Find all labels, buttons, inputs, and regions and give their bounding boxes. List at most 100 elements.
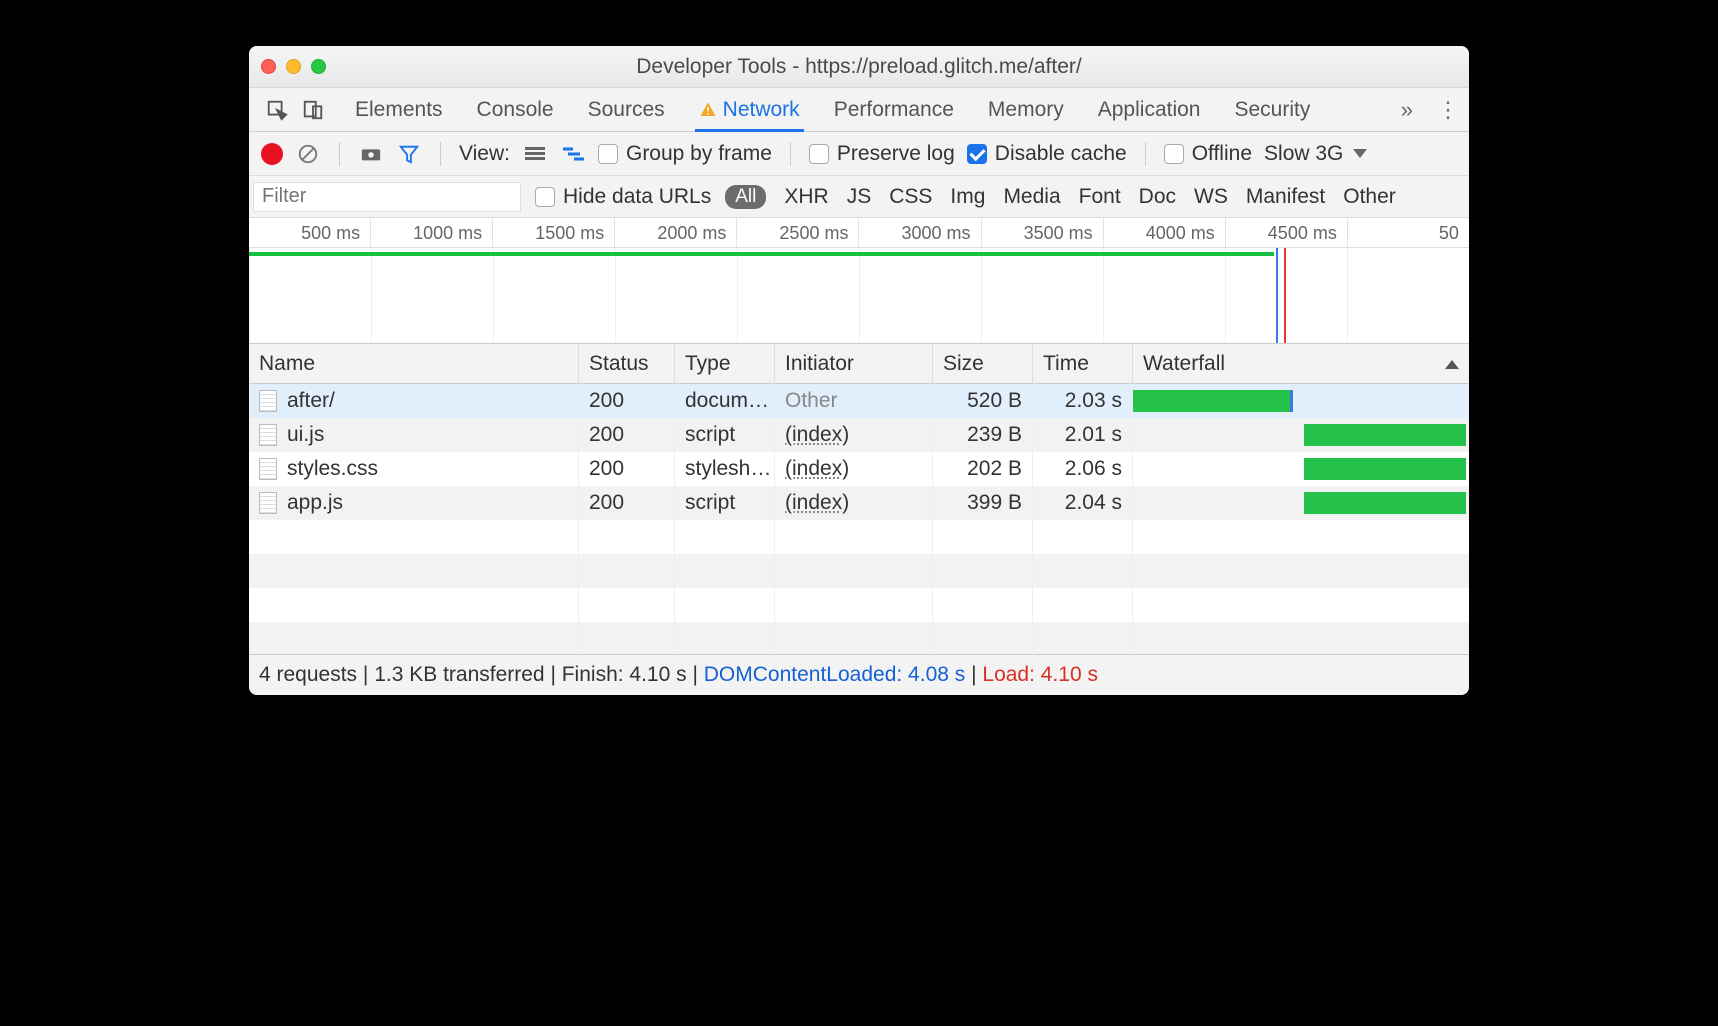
- cell-initiator: (index): [775, 452, 933, 486]
- network-activity-bar: [249, 252, 1274, 256]
- throttling-select[interactable]: Slow 3G: [1264, 142, 1367, 166]
- timeline-ruler[interactable]: 500 ms1000 ms1500 ms2000 ms2500 ms3000 m…: [249, 218, 1469, 248]
- file-icon: [259, 458, 277, 480]
- cell-waterfall: [1133, 452, 1469, 486]
- disable-cache-checkbox[interactable]: Disable cache: [967, 142, 1127, 166]
- cell-name: styles.css: [249, 452, 579, 486]
- request-row[interactable]: app.js200script(index)399 B2.04 s: [249, 486, 1469, 520]
- ruler-tick: 50: [1347, 218, 1469, 247]
- filter-type-img[interactable]: Img: [950, 185, 985, 209]
- minimize-window-button[interactable]: [286, 59, 301, 74]
- hide-data-urls-checkbox[interactable]: Hide data URLs: [535, 185, 711, 209]
- preserve-log-checkbox[interactable]: Preserve log: [809, 142, 955, 166]
- ruler-tick: 3500 ms: [981, 218, 1103, 247]
- filter-icon[interactable]: [396, 143, 422, 165]
- tab-elements[interactable]: Elements: [355, 88, 443, 131]
- column-type[interactable]: Type: [675, 344, 775, 384]
- table-header: NameStatusTypeInitiatorSizeTimeWaterfall: [249, 344, 1469, 384]
- tab-performance[interactable]: Performance: [834, 88, 954, 131]
- cell-size: 399 B: [933, 486, 1033, 520]
- column-status[interactable]: Status: [579, 344, 675, 384]
- column-size[interactable]: Size: [933, 344, 1033, 384]
- column-initiator[interactable]: Initiator: [775, 344, 933, 384]
- initiator-link[interactable]: (index): [785, 457, 849, 481]
- inspect-element-icon[interactable]: [259, 92, 295, 128]
- screenshot-icon[interactable]: [358, 145, 384, 163]
- more-tabs-icon[interactable]: »: [1401, 97, 1413, 123]
- ruler-tick: 2500 ms: [736, 218, 858, 247]
- timeline-overview[interactable]: [249, 248, 1469, 344]
- tab-network[interactable]: Network: [699, 88, 800, 131]
- initiator-link: Other: [785, 389, 838, 413]
- network-toolbar: View: Group by frame Preserve log Disabl…: [249, 132, 1469, 176]
- ruler-tick: 1500 ms: [492, 218, 614, 247]
- waterfall-bar: [1304, 424, 1465, 446]
- filter-type-media[interactable]: Media: [1003, 185, 1060, 209]
- filter-input[interactable]: [253, 182, 521, 212]
- tab-console[interactable]: Console: [477, 88, 554, 131]
- column-time[interactable]: Time: [1033, 344, 1133, 384]
- filter-type-other[interactable]: Other: [1343, 185, 1396, 209]
- view-large-icon[interactable]: [522, 146, 548, 162]
- file-icon: [259, 492, 277, 514]
- cell-initiator: (index): [775, 486, 933, 520]
- window-title: Developer Tools - https://preload.glitch…: [249, 55, 1469, 79]
- filter-type-ws[interactable]: WS: [1194, 185, 1228, 209]
- filter-type-font[interactable]: Font: [1079, 185, 1121, 209]
- cell-size: 202 B: [933, 452, 1033, 486]
- chevron-down-icon: [1353, 149, 1367, 158]
- ruler-tick: 4500 ms: [1225, 218, 1347, 247]
- tab-application[interactable]: Application: [1098, 88, 1201, 131]
- finish-time: Finish: 4.10 s: [562, 663, 687, 687]
- table-body: after/200docum…Other520 B2.03 sui.js200s…: [249, 384, 1469, 654]
- cell-size: 520 B: [933, 384, 1033, 418]
- request-row[interactable]: styles.css200stylesh…(index)202 B2.06 s: [249, 452, 1469, 486]
- filter-type-doc[interactable]: Doc: [1139, 185, 1176, 209]
- load-marker: [1284, 248, 1286, 343]
- filter-type-manifest[interactable]: Manifest: [1246, 185, 1325, 209]
- clear-icon[interactable]: [295, 143, 321, 165]
- cell-initiator: (index): [775, 418, 933, 452]
- tab-memory[interactable]: Memory: [988, 88, 1064, 131]
- filter-type-css[interactable]: CSS: [889, 185, 932, 209]
- tab-sources[interactable]: Sources: [588, 88, 665, 131]
- cell-waterfall: [1133, 384, 1469, 418]
- filter-type-all[interactable]: All: [725, 185, 766, 209]
- offline-checkbox[interactable]: Offline: [1164, 142, 1252, 166]
- close-window-button[interactable]: [261, 59, 276, 74]
- domcontentloaded-marker: [1276, 248, 1278, 343]
- domcontentloaded-time: DOMContentLoaded: 4.08 s: [704, 663, 966, 687]
- cell-type: stylesh…: [675, 452, 775, 486]
- cell-initiator: Other: [775, 384, 933, 418]
- device-toolbar-icon[interactable]: [295, 92, 331, 128]
- file-icon: [259, 424, 277, 446]
- initiator-link[interactable]: (index): [785, 491, 849, 515]
- group-by-frame-checkbox[interactable]: Group by frame: [598, 142, 772, 166]
- initiator-link[interactable]: (index): [785, 423, 849, 447]
- record-button[interactable]: [261, 143, 283, 165]
- cell-time: 2.06 s: [1033, 452, 1133, 486]
- empty-row: [249, 622, 1469, 656]
- warning-icon: [699, 101, 717, 119]
- waterfall-bar: [1133, 390, 1291, 412]
- cell-waterfall: [1133, 418, 1469, 452]
- filter-type-xhr[interactable]: XHR: [784, 185, 828, 209]
- zoom-window-button[interactable]: [311, 59, 326, 74]
- waterfall-bar: [1304, 492, 1465, 514]
- cell-name: after/: [249, 384, 579, 418]
- column-waterfall[interactable]: Waterfall: [1133, 344, 1469, 384]
- kebab-menu-icon[interactable]: ⋮: [1437, 97, 1459, 123]
- request-row[interactable]: after/200docum…Other520 B2.03 s: [249, 384, 1469, 418]
- view-waterfall-icon[interactable]: [560, 146, 586, 162]
- filter-type-js[interactable]: JS: [847, 185, 872, 209]
- cell-name: ui.js: [249, 418, 579, 452]
- panel-tabs: Elements Console Sources Network Performance…: [355, 88, 1310, 131]
- request-row[interactable]: ui.js200script(index)239 B2.01 s: [249, 418, 1469, 452]
- tab-security[interactable]: Security: [1234, 88, 1310, 131]
- ruler-tick: 1000 ms: [370, 218, 492, 247]
- resource-type-filters: All XHR JS CSS Img Media Font Doc WS Manifest Othe…: [725, 185, 1396, 209]
- column-name[interactable]: Name: [249, 344, 579, 384]
- transferred-size: 1.3 KB transferred: [374, 663, 544, 687]
- cell-status: 200: [579, 418, 675, 452]
- cell-time: 2.03 s: [1033, 384, 1133, 418]
